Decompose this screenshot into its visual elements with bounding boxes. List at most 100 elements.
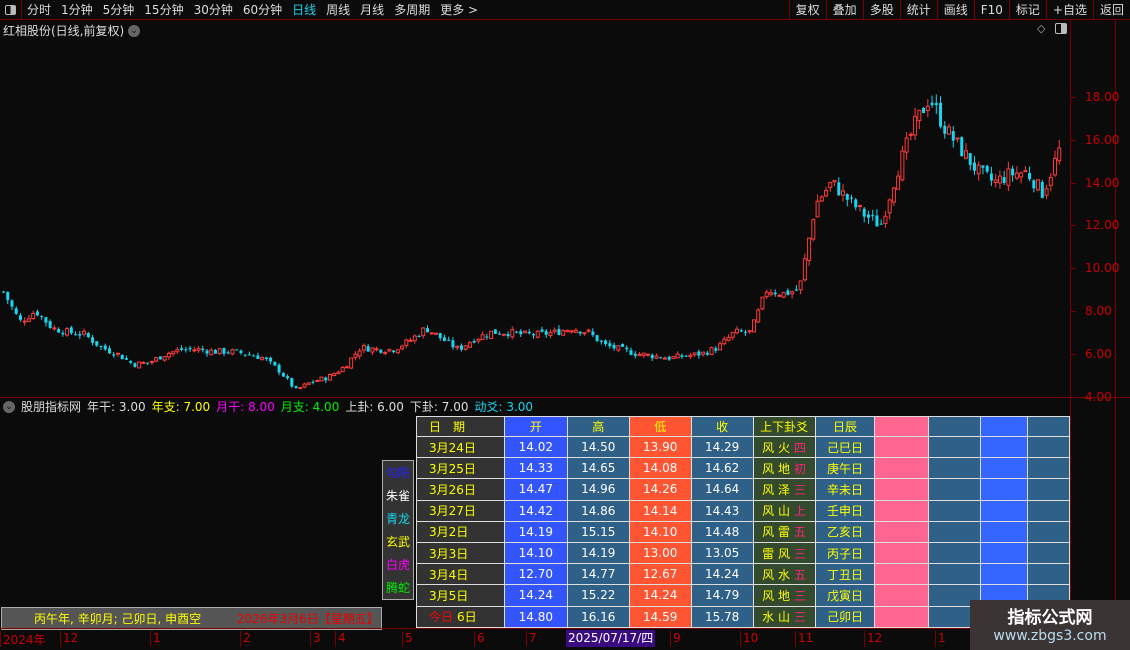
date-text: 3月2日 xyxy=(429,525,469,540)
time-tick-label: 12 xyxy=(864,631,882,647)
column-header[interactable]: 日 期 xyxy=(416,416,505,437)
column-header[interactable]: 上下卦爻 xyxy=(752,416,816,437)
date-cell: 今日 6日 xyxy=(416,605,505,628)
period-tab[interactable]: 1分钟 xyxy=(56,1,98,18)
column-header[interactable]: 日辰 xyxy=(814,416,876,437)
empty-cell xyxy=(980,457,1029,480)
candle xyxy=(802,253,807,282)
date-text: 3月24日 xyxy=(429,440,476,455)
candle xyxy=(205,348,209,357)
period-tab[interactable]: 月线 xyxy=(355,1,389,18)
empty-column-header xyxy=(1027,416,1070,437)
candle xyxy=(115,352,120,357)
toolbar-button[interactable]: 复权 xyxy=(788,0,826,20)
price-tick-label: 8.00 xyxy=(1085,304,1112,318)
table-row[interactable]: 3月24日 14.02 14.50 13.90 14.29 风 火四己巳日 xyxy=(416,435,1070,459)
time-axis[interactable]: 2024年 12 1 2 3 4 5 6 7 9 10 11 12 1 2025/07/17/四 xyxy=(0,628,1130,650)
high-cell: 15.22 xyxy=(566,584,630,607)
table-row[interactable]: 3月3日 14.10 14.19 13.00 13.05 雷 风三丙子日 xyxy=(416,541,1070,565)
period-tab[interactable]: 60分钟 xyxy=(238,1,287,18)
date-text: 3月5日 xyxy=(429,588,469,603)
table-row[interactable]: 3月27日 14.42 14.86 14.14 14.43 风 山上壬申日 xyxy=(416,499,1070,522)
period-tab[interactable]: 周线 xyxy=(321,1,355,18)
price-tick-mark xyxy=(1070,139,1076,141)
empty-cell xyxy=(874,563,930,586)
candle xyxy=(281,372,285,377)
candle xyxy=(417,334,421,338)
candle xyxy=(904,132,909,160)
date-cell: 3月26日 xyxy=(416,478,505,501)
candle xyxy=(438,332,442,341)
candle xyxy=(917,109,922,130)
period-tab[interactable]: 15分钟 xyxy=(139,1,188,18)
empty-cell xyxy=(980,478,1029,501)
candle xyxy=(760,296,765,311)
toolbar-button[interactable]: 统计 xyxy=(899,0,937,20)
candle xyxy=(91,334,95,346)
candle xyxy=(641,352,646,359)
candle xyxy=(595,334,599,342)
candle xyxy=(493,329,497,335)
date-text: 3月27日 xyxy=(429,504,476,519)
candle xyxy=(1040,179,1044,199)
yao-text: 五 xyxy=(793,525,806,540)
candle xyxy=(112,352,116,358)
period-tab[interactable]: 5分钟 xyxy=(98,1,140,18)
candle xyxy=(790,290,795,299)
candle xyxy=(366,344,370,352)
toolbar-button[interactable]: 标记 xyxy=(1008,0,1046,20)
high-cell: 16.16 xyxy=(566,605,630,628)
table-row[interactable]: 3月25日 14.33 14.65 14.08 14.62 风 地初庚午日 xyxy=(416,457,1070,480)
period-tab[interactable]: 日线 xyxy=(287,1,321,18)
toolbar-button[interactable]: 叠加 xyxy=(825,0,863,20)
column-header[interactable]: 高 xyxy=(566,416,630,437)
high-cell: 14.86 xyxy=(566,499,630,522)
yao-text: 三 xyxy=(793,482,806,497)
candle xyxy=(604,339,608,347)
ganzhi-text: 丙午年, 辛卯月; 己卯日, 申酉空 xyxy=(34,612,202,626)
empty-cell xyxy=(1027,435,1070,459)
yao-text: 五 xyxy=(793,567,806,582)
gua-cell: 风 地三 xyxy=(752,584,816,607)
toolbar-button[interactable]: +自选 xyxy=(1045,0,1093,20)
empty-cell xyxy=(874,499,930,522)
day-ganzhi-cell: 辛未日 xyxy=(814,478,876,501)
column-header[interactable]: 低 xyxy=(628,416,692,437)
candle xyxy=(561,329,566,336)
empty-cell xyxy=(980,499,1029,522)
candle xyxy=(412,334,417,344)
panel-toggle-icon[interactable] xyxy=(0,0,22,20)
period-tab[interactable]: 分时 xyxy=(22,1,56,18)
chevron-down-icon[interactable]: ⌄ xyxy=(3,400,15,413)
toolbar-button[interactable]: F10 xyxy=(973,0,1009,20)
candle xyxy=(6,291,10,305)
empty-cell xyxy=(980,563,1029,586)
toolbar-button[interactable]: 多股 xyxy=(862,0,900,20)
indicator-name[interactable]: 股朋指标网 xyxy=(21,398,81,415)
candle xyxy=(387,348,392,353)
period-tab[interactable]: 30分钟 xyxy=(189,1,238,18)
table-row[interactable]: 3月2日 14.19 15.15 14.10 14.48 风 雷五乙亥日 xyxy=(416,520,1070,543)
candle xyxy=(433,332,438,336)
candle xyxy=(811,218,816,242)
toolbar-button[interactable]: 返回 xyxy=(1092,0,1130,20)
period-tab[interactable]: 更多 > xyxy=(435,1,483,18)
candle xyxy=(552,327,557,334)
candle xyxy=(709,346,714,356)
candle xyxy=(455,345,460,351)
candle xyxy=(532,333,535,339)
low-cell: 13.00 xyxy=(628,541,692,565)
empty-cell xyxy=(874,584,930,607)
empty-column-header xyxy=(874,416,930,437)
candlestick-chart[interactable] xyxy=(0,20,1070,397)
period-tab[interactable]: 多周期 xyxy=(389,1,435,18)
table-row[interactable]: 3月26日 14.47 14.96 14.26 14.64 风 泽三辛未日 xyxy=(416,478,1070,501)
candle xyxy=(654,353,659,360)
column-header[interactable]: 开 xyxy=(503,416,568,437)
column-header[interactable]: 收 xyxy=(690,416,754,437)
empty-cell xyxy=(928,520,982,543)
candle xyxy=(256,352,260,360)
toolbar-button[interactable]: 画线 xyxy=(936,0,974,20)
candle xyxy=(841,184,846,202)
table-row[interactable]: 3月4日 12.70 14.77 12.67 14.24 风 水五丁丑日 xyxy=(416,563,1070,586)
